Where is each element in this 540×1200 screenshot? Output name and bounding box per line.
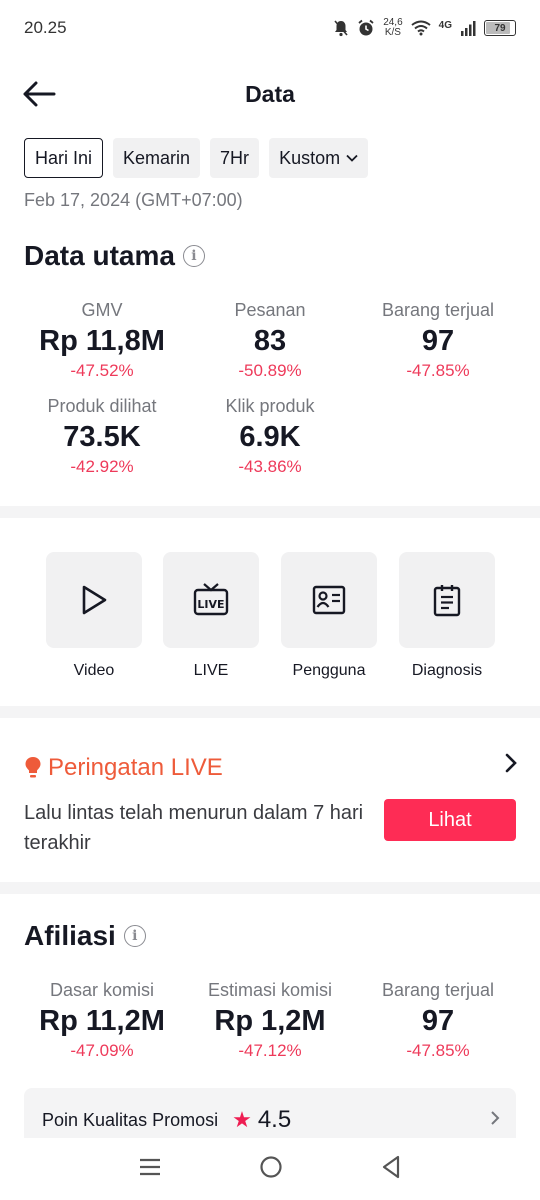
metric-product-clicks[interactable]: Klik produk 6.9K -43.86%	[180, 396, 360, 477]
home-button[interactable]	[259, 1155, 283, 1184]
view-button[interactable]: Lihat	[384, 799, 516, 841]
metric-product-views[interactable]: Produk dilihat 73.5K -42.92%	[12, 396, 192, 477]
filter-today[interactable]: Hari Ini	[24, 138, 104, 178]
metric-gmv[interactable]: GMV Rp 11,8M -47.52%	[12, 300, 192, 381]
status-time: 20.25	[24, 18, 67, 37]
arrow-left-icon	[23, 81, 56, 107]
promo-quality-score: 4.5	[257, 1106, 292, 1133]
system-nav-bar	[0, 1138, 540, 1200]
status-icons: 24,6 K/S 4G 79	[333, 18, 516, 38]
network-type: 4G	[438, 20, 452, 31]
metric-affiliate-items-sold[interactable]: Barang terjual 97 -47.85%	[348, 980, 528, 1061]
svg-text:LIVE: LIVE	[197, 598, 224, 611]
wifi-icon	[411, 20, 431, 36]
filter-yesterday[interactable]: Kemarin	[113, 138, 201, 178]
filter-7days[interactable]: 7Hr	[210, 138, 260, 178]
section-divider	[0, 706, 540, 718]
tool-users[interactable]: Pengguna	[281, 552, 377, 680]
alert-message: Lalu lintas telah menurun dalam 7 hari t…	[24, 802, 364, 854]
user-card-icon	[312, 585, 346, 615]
battery-icon: 79	[484, 20, 516, 36]
promo-quality-label: Poin Kualitas Promosi	[42, 1109, 219, 1130]
affiliate-title: Afiliasi i	[24, 920, 146, 952]
back-button[interactable]	[22, 76, 62, 112]
section-divider	[0, 506, 540, 518]
menu-icon	[140, 1158, 161, 1175]
recent-apps-button[interactable]	[138, 1157, 162, 1182]
back-nav-button[interactable]	[380, 1155, 402, 1184]
metric-estimated-commission[interactable]: Estimasi komisi Rp 1,2M -47.12%	[180, 980, 360, 1061]
play-icon	[82, 585, 107, 615]
alert-open-button[interactable]	[504, 752, 518, 779]
triangle-back-icon	[382, 1155, 399, 1178]
tool-diagnosis[interactable]: Diagnosis	[399, 552, 495, 680]
status-bar: 20.25 24,6 K/S 4G 79	[0, 0, 540, 56]
clipboard-icon	[433, 585, 461, 617]
network-speed: 24,6 K/S	[383, 17, 403, 38]
star-icon: ★	[232, 1107, 252, 1132]
chevron-down-icon	[346, 154, 358, 162]
chevron-right-icon	[490, 1110, 500, 1131]
signal-icon	[461, 21, 476, 36]
date-filter-chips: Hari Ini Kemarin 7Hr Kustom	[24, 138, 369, 178]
date-range-label: Feb 17, 2024 (GMT+07:00)	[24, 190, 243, 210]
alarm-icon	[358, 19, 374, 36]
tool-video[interactable]: Video	[46, 552, 142, 680]
info-icon[interactable]: i	[182, 245, 205, 267]
filter-custom[interactable]: Kustom	[269, 138, 369, 178]
chevron-right-icon	[505, 753, 517, 773]
live-alert-title[interactable]: Peringatan LIVE	[24, 754, 223, 782]
section-divider	[0, 882, 540, 894]
lightbulb-icon	[25, 757, 41, 778]
page-title: Data	[245, 80, 295, 107]
metric-orders[interactable]: Pesanan 83 -50.89%	[180, 300, 360, 381]
mute-bell-icon	[334, 20, 348, 37]
live-tv-icon: LIVE	[193, 583, 229, 616]
home-circle-icon	[260, 1155, 282, 1178]
main-data-title: Data utama i	[24, 240, 205, 272]
info-icon[interactable]: i	[123, 925, 146, 947]
metric-commission-base[interactable]: Dasar komisi Rp 11,2M -47.09%	[12, 980, 192, 1061]
header: Data	[0, 66, 540, 122]
metric-items-sold[interactable]: Barang terjual 97 -47.85%	[348, 300, 528, 381]
tool-live[interactable]: LIVE LIVE	[163, 552, 259, 680]
